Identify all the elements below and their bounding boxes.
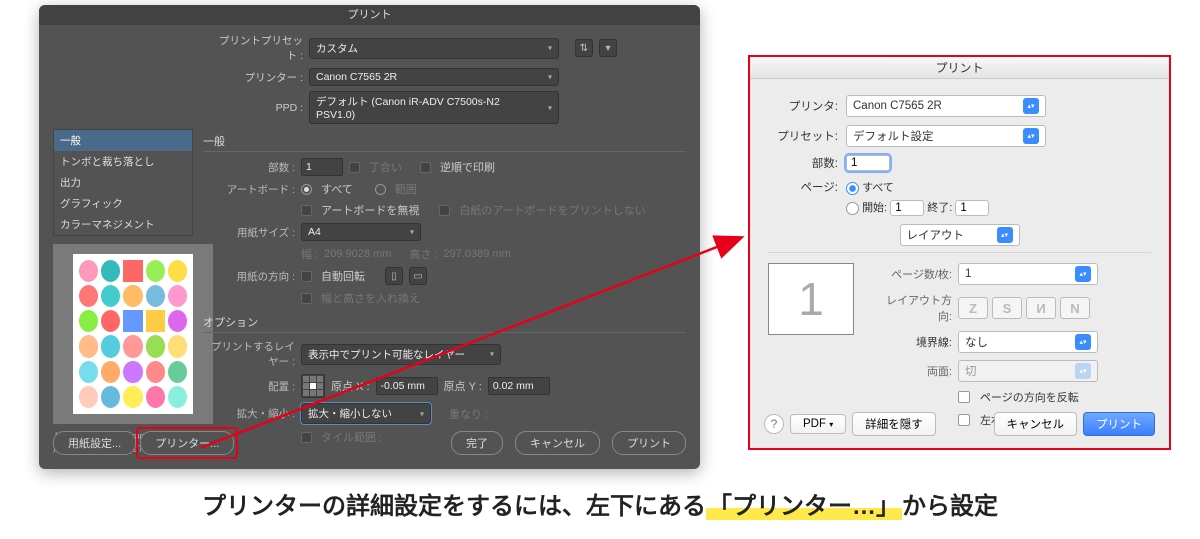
scale-select[interactable]: 拡大・縮小しない▾ — [301, 403, 431, 424]
artboard-range-radio[interactable] — [375, 184, 386, 195]
ppd-label: PPD : — [213, 102, 303, 114]
placement-grid-icon[interactable] — [301, 374, 325, 398]
section-option: オプション — [203, 314, 686, 333]
print-button[interactable]: プリント — [1083, 412, 1155, 436]
caption-highlight: 「プリンター…」 — [706, 493, 902, 520]
pages-to-input[interactable] — [955, 200, 989, 216]
direction-label: レイアウト方向: — [874, 292, 952, 324]
pages-per-sheet-select[interactable]: 1▴▾ — [958, 263, 1098, 285]
artboard-all-radio[interactable] — [301, 184, 312, 195]
duplex-label: 両面: — [874, 363, 952, 379]
sidebar-item-output[interactable]: 出力 — [54, 172, 192, 193]
category-sidebar: 一般 トンボと裁ち落とし 出力 グラフィック カラーマネジメント — [53, 129, 193, 455]
chevron-down-icon: ▾ — [410, 228, 414, 237]
placement-label: 配置 : — [203, 379, 295, 394]
preview-box — [53, 244, 213, 424]
layers-select[interactable]: 表示中でプリント可能なレイヤー▾ — [301, 344, 501, 365]
printer-label: プリンタ: — [768, 98, 838, 114]
printer-button[interactable]: プリンター... — [140, 431, 234, 455]
chevron-down-icon: ▾ — [548, 73, 552, 82]
preview-page — [73, 254, 193, 414]
printer-select[interactable]: Canon C7565 2R▾ — [309, 68, 559, 86]
portrait-icon[interactable]: ▯ — [385, 267, 403, 285]
landscape-icon[interactable]: ▭ — [409, 267, 427, 285]
sidebar-item-marks[interactable]: トンボと裁ち落とし — [54, 151, 192, 172]
auto-rotate-checkbox[interactable] — [301, 271, 312, 282]
mediasize-label: 用紙サイズ : — [203, 225, 295, 240]
main-panel: 一般 部数 : 丁合い 逆順で印刷 アートボード : すべて 範囲 アートボード… — [203, 129, 686, 455]
copies-label: 部数 : — [203, 160, 295, 175]
updown-icon: ▴▾ — [1023, 128, 1039, 144]
sidebar-item-graphics[interactable]: グラフィック — [54, 193, 192, 214]
printer-label: プリンター : — [213, 70, 303, 85]
chevron-down-icon: ▾ — [829, 420, 833, 429]
chevron-down-icon: ▾ — [420, 409, 424, 418]
swap-checkbox — [301, 293, 312, 304]
updown-icon: ▴▾ — [1023, 98, 1039, 114]
hide-details-button[interactable]: 詳細を隠す — [852, 412, 936, 436]
cancel-button[interactable]: キャンセル — [994, 412, 1078, 436]
pages-range-radio[interactable] — [846, 202, 859, 215]
illustrator-print-dialog: プリント プリントプリセット : カスタム▾ ⇅ ▾ プリンター : Canon… — [39, 5, 700, 469]
chevron-down-icon: ▾ — [548, 44, 552, 53]
layers-label: プリントするレイヤー : — [203, 339, 295, 369]
orient-label: 用紙の方向 : — [203, 269, 295, 284]
height-value: 297.0389 mm — [444, 248, 511, 260]
printer-select[interactable]: Canon C7565 2R▴▾ — [846, 95, 1046, 117]
skip-blank-checkbox — [439, 205, 450, 216]
preset-select[interactable]: カスタム▾ — [309, 38, 559, 59]
pages-from-input[interactable] — [890, 200, 924, 216]
printer-button-highlight: プリンター... — [136, 427, 238, 459]
updown-icon: ▴▾ — [1075, 334, 1091, 350]
help-button[interactable]: ? — [764, 414, 784, 434]
updown-icon: ▴▾ — [997, 227, 1013, 243]
reverse-checkbox[interactable] — [420, 162, 431, 173]
save-preset-icon[interactable]: ▾ — [599, 39, 617, 57]
updown-icon[interactable]: ⇅ — [575, 39, 593, 57]
preset-label: プリセット: — [768, 128, 838, 144]
ignore-artboard-checkbox[interactable] — [301, 205, 312, 216]
sidebar-item-color[interactable]: カラーマネジメント — [54, 214, 192, 235]
caption-text: プリンターの詳細設定をするには、左下にある「プリンター…」から設定 — [0, 486, 1200, 521]
cancel-button[interactable]: キャンセル — [515, 431, 600, 455]
origin-y-input[interactable] — [488, 377, 550, 395]
section-general: 一般 — [203, 133, 686, 152]
layout-direction-icons[interactable]: ZSИN — [958, 297, 1090, 319]
preset-select[interactable]: デフォルト設定▴▾ — [846, 125, 1046, 147]
copies-label: 部数: — [768, 155, 838, 171]
chevron-down-icon: ▾ — [490, 350, 494, 359]
ppd-select[interactable]: デフォルト (Canon iR-ADV C7500s-N2 PSV1.0)▾ — [309, 91, 559, 124]
pdf-button[interactable]: PDF ▾ — [790, 414, 846, 434]
dialog-title: プリント — [750, 57, 1169, 79]
clipart-preview — [79, 260, 187, 408]
sidebar-item-general[interactable]: 一般 — [54, 130, 192, 151]
reverse-orientation-checkbox[interactable] — [958, 391, 970, 403]
pps-label: ページ数/枚: — [874, 266, 952, 282]
artboard-label: アートボード : — [203, 182, 295, 197]
scale-label: 拡大・縮小 : — [203, 406, 295, 421]
chevron-down-icon: ▾ — [548, 103, 552, 112]
done-button[interactable]: 完了 — [451, 431, 503, 455]
duplex-select: 切▴▾ — [958, 360, 1098, 382]
divider — [768, 252, 1151, 253]
border-select[interactable]: なし▴▾ — [958, 331, 1098, 353]
print-button[interactable]: プリント — [612, 431, 686, 455]
origin-x-input[interactable] — [376, 377, 438, 395]
layout-thumbnail: 1 — [768, 263, 854, 335]
pages-all-radio[interactable] — [846, 182, 859, 195]
updown-icon: ▴▾ — [1075, 266, 1091, 282]
collate-checkbox[interactable] — [349, 162, 360, 173]
mediasize-select[interactable]: A4▾ — [301, 223, 421, 241]
width-value: 209.9028 mm — [324, 248, 391, 260]
copies-input[interactable] — [846, 155, 890, 171]
system-print-dialog: プリント プリンタ: Canon C7565 2R▴▾ プリセット: デフォルト… — [748, 55, 1171, 450]
dialog-title: プリント — [39, 5, 700, 25]
copies-input[interactable] — [301, 158, 343, 176]
pages-label: ページ: — [768, 179, 838, 195]
options-tab-select[interactable]: レイアウト▴▾ — [900, 224, 1020, 246]
updown-icon: ▴▾ — [1075, 363, 1091, 379]
border-label: 境界線: — [874, 334, 952, 350]
page-setup-button[interactable]: 用紙設定... — [53, 431, 136, 455]
preset-label: プリントプリセット : — [213, 33, 303, 63]
